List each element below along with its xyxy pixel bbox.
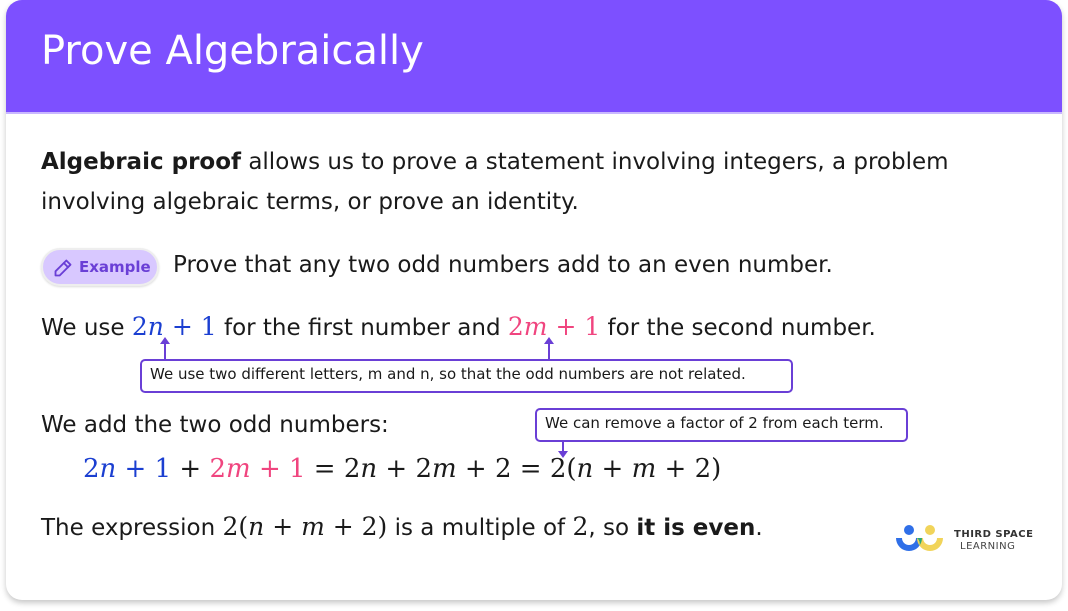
conclusion-line: The expression 2(n + m + 2) is a multipl… (41, 512, 763, 541)
step1-prefix: We use (41, 315, 132, 341)
equation: 2n + 1 + 2m + 1 = 2n + 2m + 2 = 2(n + m … (83, 454, 721, 484)
note-different-letters: We use two different letters, m and n, s… (140, 359, 793, 393)
expr-start: 2( (222, 512, 249, 541)
coef: 2 (83, 454, 100, 484)
header-banner: Prove Algebraically (6, 0, 1062, 114)
arrow-to-m (544, 337, 554, 359)
conclusion-after: , so (588, 515, 637, 541)
example-question: Prove that any two odd numbers add to an… (173, 252, 833, 278)
step1-middle: for the first number and (216, 315, 508, 341)
var: n (248, 512, 265, 541)
expr-mid: + (264, 512, 302, 541)
arrow-to-factor (558, 442, 568, 458)
logo-line1: THIRD SPACE (954, 529, 1034, 540)
eq-2-mid: + (593, 454, 632, 484)
logo-line2: LEARNING (960, 541, 1016, 552)
expr-first-odd: 2n + 1 (132, 312, 217, 341)
var: n (576, 454, 594, 484)
example-badge: Example (41, 248, 159, 286)
pencil-icon (54, 259, 72, 277)
rest: + 1 (547, 312, 601, 341)
conclusion-expression: 2(n + m + 2) (222, 512, 387, 541)
conclusion-bold: it is even (636, 515, 756, 541)
eq-term-a: 2n + 1 (83, 454, 171, 484)
third-space-learning-logo: THIRD SPACE LEARNING (894, 522, 1062, 556)
conclusion-prefix: The expression (41, 515, 223, 541)
expr-end: + 2) (324, 512, 388, 541)
page-title: Prove Algebraically (41, 28, 424, 74)
eq-2: = 2( (511, 454, 577, 484)
intro-bold-term: Algebraic proof (41, 149, 242, 175)
var: m (301, 512, 325, 541)
var: n (360, 454, 378, 484)
eq-1: = 2 (305, 454, 361, 484)
rest: + 1 (116, 454, 172, 484)
logo-icon (896, 525, 943, 551)
var: m (226, 454, 251, 484)
eq-1-mid: + 2 (377, 454, 433, 484)
eq-plus: + (171, 454, 210, 484)
conclusion-end: . (755, 515, 763, 541)
var: n (99, 454, 117, 484)
conclusion-middle: is a multiple of (387, 515, 573, 541)
var: m (631, 454, 657, 484)
example-badge-label: Example (79, 258, 151, 276)
coef: 2 (131, 312, 148, 341)
var: m (432, 454, 457, 484)
step1-suffix: for the second number. (600, 315, 876, 341)
arrow-to-n (160, 337, 170, 359)
conclusion-two: 2 (572, 512, 589, 541)
eq-1-end: + 2 (456, 454, 512, 484)
rest: + 1 (250, 454, 306, 484)
expr-second-odd: 2m + 1 (508, 312, 600, 341)
step2-text: We add the two odd numbers: (41, 412, 389, 438)
rest: + 1 (163, 312, 217, 341)
eq-2-end: + 2) (656, 454, 722, 484)
coef: 2 (507, 312, 524, 341)
note-factor: We can remove a factor of 2 from each te… (535, 408, 908, 442)
eq-term-b: 2m + 1 (209, 454, 305, 484)
intro-paragraph: Algebraic proof allows us to prove a sta… (41, 142, 1021, 222)
coef: 2 (209, 454, 227, 484)
lesson-card: Prove Algebraically Algebraic proof allo… (6, 0, 1062, 600)
